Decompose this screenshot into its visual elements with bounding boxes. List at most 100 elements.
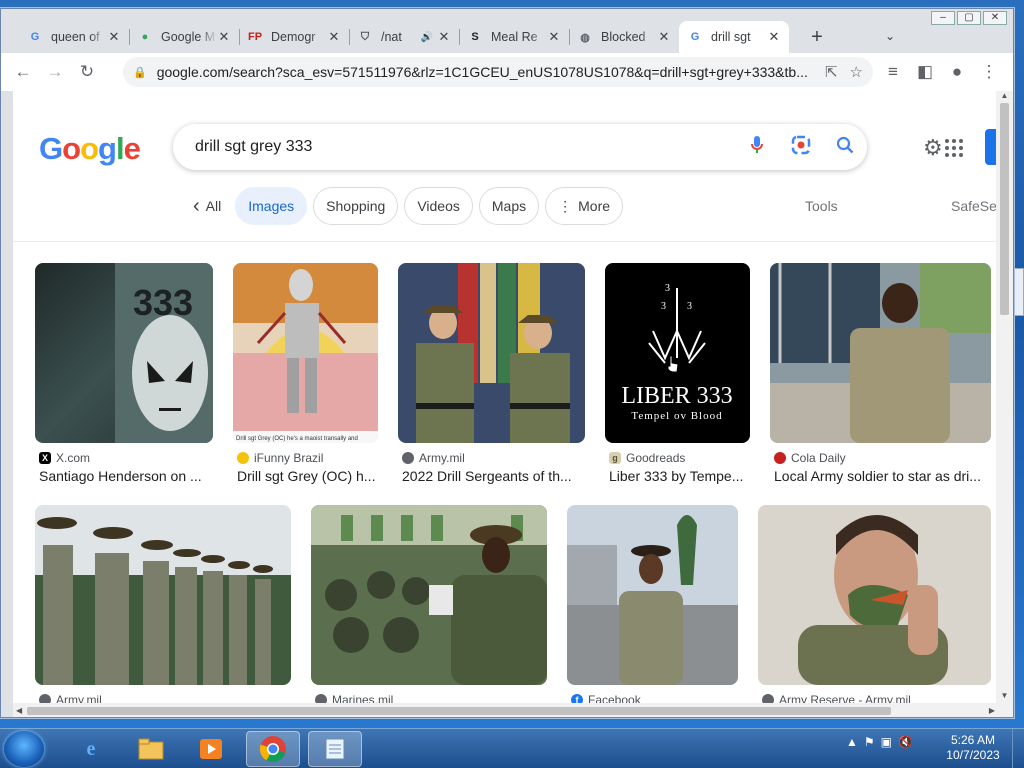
image-result-3[interactable]: Army.mil 2022 Drill Sergeants of th... — [398, 263, 585, 484]
tools-button[interactable]: Tools — [805, 198, 838, 214]
chip-videos[interactable]: Videos — [404, 187, 473, 225]
url-text[interactable]: google.com/search?sca_esv=571511976&rlz=… — [157, 64, 813, 80]
scroll-thumb[interactable] — [1000, 103, 1009, 315]
file-explorer-icon[interactable] — [124, 731, 178, 767]
result-source[interactable]: Army.mil — [402, 451, 465, 465]
scroll-thumb[interactable] — [27, 707, 891, 715]
image-result-5[interactable]: Cola Daily Local Army soldier to star as… — [770, 263, 991, 484]
image-result-9[interactable]: Army Reserve - Army.mil — [758, 505, 991, 703]
google-apps-icon[interactable] — [945, 139, 963, 157]
search-box[interactable]: drill sgt grey 333 — [173, 124, 867, 170]
tab-close-icon[interactable]: ✕ — [327, 29, 341, 45]
result-title[interactable]: 2022 Drill Sergeants of th... — [402, 468, 582, 484]
result-source[interactable]: iFunny Brazil — [237, 451, 323, 465]
result-source[interactable]: Army Reserve - Army.mil — [762, 693, 911, 703]
result-source[interactable]: Cola Daily — [774, 451, 846, 465]
search-input[interactable]: drill sgt grey 333 — [195, 138, 735, 156]
result-image[interactable] — [758, 505, 991, 685]
tab-close-icon[interactable]: ✕ — [217, 29, 231, 45]
tab-7[interactable]: Gdrill sgt ✕ — [679, 21, 789, 53]
tab-4[interactable]: ⛉ /nat 🔊 ✕ — [349, 21, 459, 53]
chip-images[interactable]: Images — [235, 187, 308, 225]
image-result-2[interactable]: Drill sgt Grey (OC) he's a maoist transa… — [233, 263, 378, 484]
media-player-icon[interactable] — [184, 731, 238, 767]
chip-shopping[interactable]: Shopping — [313, 187, 399, 225]
google-lens-icon[interactable] — [779, 135, 823, 160]
tab-close-icon[interactable]: ✕ — [657, 29, 671, 45]
tray-expand-icon[interactable]: ▲ — [846, 735, 858, 749]
volume-muted-icon[interactable]: 🔇 — [898, 735, 913, 749]
minimize-button[interactable]: – — [931, 11, 955, 25]
tab-5[interactable]: S Meal Re ✕ — [459, 21, 569, 53]
maximize-button[interactable]: ▢ — [957, 11, 981, 25]
result-image[interactable] — [770, 263, 991, 443]
image-result-6[interactable]: Army.mil — [35, 505, 291, 703]
back-icon[interactable]: ← — [7, 56, 39, 88]
start-button[interactable] — [4, 731, 44, 767]
result-title[interactable]: Local Army soldier to star as dri... — [774, 468, 989, 484]
tab-3[interactable]: FP Demogr ✕ — [239, 21, 349, 53]
horizontal-scrollbar[interactable]: ◀ ▶ — [13, 703, 1013, 717]
result-source[interactable]: Marines.mil — [315, 693, 393, 703]
side-panel-icon[interactable]: ◧ — [909, 56, 941, 88]
result-title[interactable]: Liber 333 by Tempe... — [609, 468, 749, 484]
result-source[interactable]: Army.mil — [39, 693, 102, 703]
reload-icon[interactable]: ↻ — [71, 56, 103, 88]
image-result-4[interactable]: 3 3 3 LIBER 333 Tempel ov Blood g Goodrea… — [605, 263, 750, 484]
result-image[interactable] — [311, 505, 547, 685]
address-bar[interactable]: 🔒 google.com/search?sca_esv=571511976&rl… — [123, 57, 873, 87]
microphone-icon[interactable] — [735, 135, 779, 160]
result-image[interactable] — [35, 505, 291, 685]
chrome-taskbar-icon[interactable] — [246, 731, 300, 767]
chip-all[interactable]: ‹ All — [185, 187, 229, 225]
result-image[interactable]: 333 — [35, 263, 213, 443]
scroll-right-arrow[interactable]: ▶ — [989, 703, 995, 717]
tab-search-icon[interactable]: ⌄ — [885, 29, 895, 43]
action-center-flag-icon[interactable]: ⚑ — [864, 735, 875, 749]
lock-icon[interactable]: 🔒 — [133, 66, 147, 79]
result-image[interactable] — [398, 263, 585, 443]
result-image[interactable]: Drill sgt Grey (OC) he's a maoist transa… — [233, 263, 378, 443]
tab-6[interactable]: ◍ Blocked ✕ — [569, 21, 679, 53]
profile-avatar-icon[interactable]: ● — [941, 56, 973, 88]
tab-close-icon[interactable]: ✕ — [107, 29, 121, 45]
close-window-button[interactable]: ✕ — [983, 11, 1007, 25]
result-source[interactable]: X X.com — [39, 451, 90, 465]
taskbar-clock[interactable]: 5:26 AM 10/7/2023 — [940, 733, 1006, 763]
show-desktop-button[interactable] — [1012, 729, 1024, 768]
tab-audio-icon[interactable]: 🔊 — [421, 32, 433, 43]
internet-explorer-icon[interactable]: e — [64, 731, 118, 767]
chip-more[interactable]: ⋮ More — [545, 187, 624, 225]
result-image[interactable] — [567, 505, 738, 685]
menu-kebab-icon[interactable]: ⋮ — [973, 56, 1005, 88]
tab-1[interactable]: Gqueen of ✕ — [19, 21, 129, 53]
bookmark-star-icon[interactable]: ☆ — [850, 63, 863, 81]
tab-close-icon[interactable]: ✕ — [437, 29, 451, 45]
network-icon[interactable]: ▣ — [881, 735, 892, 749]
result-title[interactable]: Santiago Henderson on ... — [39, 468, 211, 484]
share-icon[interactable]: ⇱ — [825, 63, 838, 81]
result-source[interactable]: g Goodreads — [609, 451, 685, 465]
safesearch-button[interactable]: SafeSe — [951, 198, 996, 214]
image-result-1[interactable]: 333 X X.com Santiago Henderson on ... — [35, 263, 213, 484]
tab-2[interactable]: ● Google M ✕ — [129, 21, 239, 53]
scroll-up-arrow[interactable]: ▲ — [996, 91, 1013, 103]
scroll-left-arrow[interactable]: ◀ — [16, 703, 22, 717]
vertical-scrollbar[interactable]: ▲ ▼ — [996, 91, 1013, 703]
scroll-down-arrow[interactable]: ▼ — [996, 691, 1013, 703]
result-source[interactable]: f Facebook — [571, 693, 641, 703]
tab-close-icon[interactable]: ✕ — [547, 29, 561, 45]
forward-icon[interactable]: → — [39, 56, 71, 88]
sign-in-button[interactable] — [985, 129, 996, 165]
image-result-7[interactable]: Marines.mil — [311, 505, 547, 703]
result-title[interactable]: Drill sgt Grey (OC) h... — [237, 468, 377, 484]
google-logo[interactable]: Google — [39, 131, 141, 167]
notepad-taskbar-icon[interactable] — [308, 731, 362, 767]
settings-gear-icon[interactable]: ⚙ — [923, 135, 943, 161]
image-result-8[interactable]: f Facebook — [567, 505, 738, 703]
tab-close-icon[interactable]: ✕ — [767, 29, 781, 45]
result-image[interactable]: 3 3 3 LIBER 333 Tempel ov Blood — [605, 263, 750, 443]
search-submit-icon[interactable] — [823, 136, 867, 159]
chip-maps[interactable]: Maps — [478, 187, 540, 225]
new-tab-button[interactable]: + — [807, 27, 827, 47]
